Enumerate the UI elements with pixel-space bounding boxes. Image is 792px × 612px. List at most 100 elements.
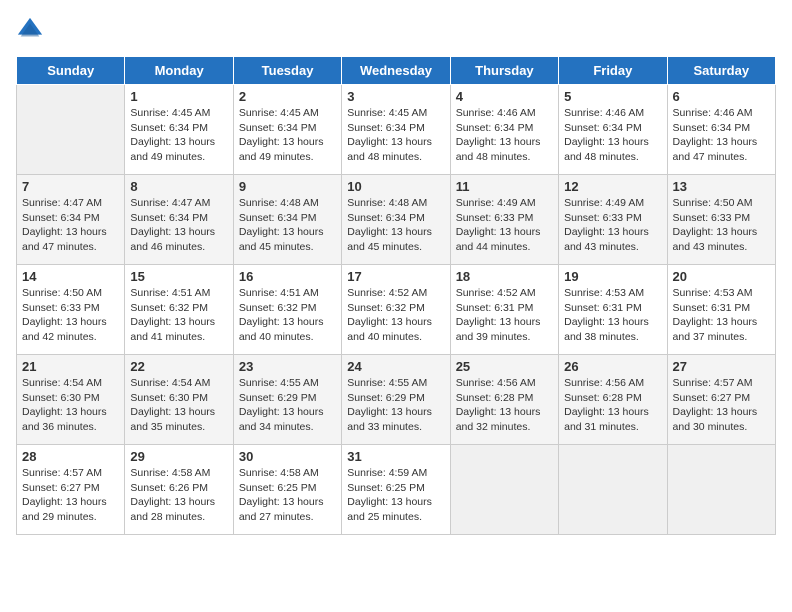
- day-number: 7: [22, 179, 119, 194]
- day-number: 10: [347, 179, 444, 194]
- cell-content: Sunrise: 4:51 AM Sunset: 6:32 PM Dayligh…: [130, 286, 227, 345]
- day-header-tuesday: Tuesday: [233, 57, 341, 85]
- calendar-cell: 1Sunrise: 4:45 AM Sunset: 6:34 PM Daylig…: [125, 85, 233, 175]
- calendar-cell: 31Sunrise: 4:59 AM Sunset: 6:25 PM Dayli…: [342, 445, 450, 535]
- calendar-cell: 30Sunrise: 4:58 AM Sunset: 6:25 PM Dayli…: [233, 445, 341, 535]
- day-number: 2: [239, 89, 336, 104]
- day-number: 22: [130, 359, 227, 374]
- week-row-5: 28Sunrise: 4:57 AM Sunset: 6:27 PM Dayli…: [17, 445, 776, 535]
- cell-content: Sunrise: 4:58 AM Sunset: 6:25 PM Dayligh…: [239, 466, 336, 525]
- calendar-cell: 22 Sunrise: 4:54 AM Sunset: 6:30 PM Dayli…: [125, 355, 233, 445]
- calendar-cell: 8 Sunrise: 4:47 AM Sunset: 6:34 PM Daylig…: [125, 175, 233, 265]
- cell-content: Sunrise: 4:46 AM Sunset: 6:34 PM Dayligh…: [456, 106, 553, 165]
- cell-content: Sunrise: 4:46 AM Sunset: 6:34 PM Dayligh…: [564, 106, 661, 165]
- calendar-cell: 3Sunrise: 4:45 AM Sunset: 6:34 PM Daylig…: [342, 85, 450, 175]
- calendar-cell: 28Sunrise: 4:57 AM Sunset: 6:27 PM Dayli…: [17, 445, 125, 535]
- day-header-saturday: Saturday: [667, 57, 775, 85]
- day-number: 27: [673, 359, 770, 374]
- calendar-cell: 21Sunrise: 4:54 AM Sunset: 6:30 PM Dayli…: [17, 355, 125, 445]
- day-number: 28: [22, 449, 119, 464]
- day-number: 25: [456, 359, 553, 374]
- day-number: 9: [239, 179, 336, 194]
- day-number: 15: [130, 269, 227, 284]
- cell-content: Sunrise: 4:48 AM Sunset: 6:34 PM Dayligh…: [347, 196, 444, 255]
- day-number: 29: [130, 449, 227, 464]
- calendar-cell: 19 Sunrise: 4:53 AM Sunset: 6:31 PM Dayli…: [559, 265, 667, 355]
- cell-content: Sunrise: 4:58 AM Sunset: 6:26 PM Dayligh…: [130, 466, 227, 525]
- cell-content: Sunrise: 4:53 AM Sunset: 6:31 PM Dayligh…: [673, 286, 770, 345]
- cell-content: Sunrise: 4:47 AM Sunset: 6:34 PM Dayligh…: [22, 196, 119, 255]
- calendar-cell: 9 Sunrise: 4:48 AM Sunset: 6:34 PM Daylig…: [233, 175, 341, 265]
- week-row-3: 14 Sunrise: 4:50 AM Sunset: 6:33 PM Dayli…: [17, 265, 776, 355]
- day-number: 8: [130, 179, 227, 194]
- day-number: 20: [673, 269, 770, 284]
- calendar-cell: 23 Sunrise: 4:55 AM Sunset: 6:29 PM Dayli…: [233, 355, 341, 445]
- day-header-friday: Friday: [559, 57, 667, 85]
- day-number: 19: [564, 269, 661, 284]
- day-header-monday: Monday: [125, 57, 233, 85]
- day-number: 18: [456, 269, 553, 284]
- cell-content: Sunrise: 4:46 AM Sunset: 6:34 PM Dayligh…: [673, 106, 770, 165]
- calendar-cell: 27 Sunrise: 4:57 AM Sunset: 6:27 PM Dayli…: [667, 355, 775, 445]
- calendar-cell: 11Sunrise: 4:49 AM Sunset: 6:33 PM Dayli…: [450, 175, 558, 265]
- cell-content: Sunrise: 4:55 AM Sunset: 6:29 PM Dayligh…: [239, 376, 336, 435]
- cell-content: Sunrise: 4:51 AM Sunset: 6:32 PM Dayligh…: [239, 286, 336, 345]
- cell-content: Sunrise: 4:45 AM Sunset: 6:34 PM Dayligh…: [239, 106, 336, 165]
- calendar-cell: 16 Sunrise: 4:51 AM Sunset: 6:32 PM Dayli…: [233, 265, 341, 355]
- header: [16, 16, 776, 44]
- header-row: SundayMondayTuesdayWednesdayThursdayFrid…: [17, 57, 776, 85]
- week-row-1: 1 Sunrise: 4:45 AM Sunset: 6:34 PM Daylig…: [17, 85, 776, 175]
- day-number: 1: [130, 89, 227, 104]
- cell-content: Sunrise: 4:52 AM Sunset: 6:31 PM Dayligh…: [456, 286, 553, 345]
- cell-content: Sunrise: 4:49 AM Sunset: 6:33 PM Dayligh…: [564, 196, 661, 255]
- day-number: 16: [239, 269, 336, 284]
- cell-content: Sunrise: 4:50 AM Sunset: 6:33 PM Dayligh…: [22, 286, 119, 345]
- day-number: 11: [456, 179, 553, 194]
- calendar-cell: 17 Sunrise: 4:52 AM Sunset: 6:32 PM Dayli…: [342, 265, 450, 355]
- calendar-cell: [17, 85, 125, 175]
- cell-content: Sunrise: 4:53 AM Sunset: 6:31 PM Dayligh…: [564, 286, 661, 345]
- cell-content: Sunrise: 4:50 AM Sunset: 6:33 PM Dayligh…: [673, 196, 770, 255]
- day-header-thursday: Thursday: [450, 57, 558, 85]
- day-number: 24: [347, 359, 444, 374]
- logo-icon: [16, 16, 44, 44]
- day-number: 4: [456, 89, 553, 104]
- logo: [16, 16, 48, 44]
- cell-content: Sunrise: 4:52 AM Sunset: 6:32 PM Dayligh…: [347, 286, 444, 345]
- day-number: 3: [347, 89, 444, 104]
- calendar-cell: 13 Sunrise: 4:50 AM Sunset: 6:33 PM Dayli…: [667, 175, 775, 265]
- calendar-cell: [559, 445, 667, 535]
- cell-content: Sunrise: 4:47 AM Sunset: 6:34 PM Dayligh…: [130, 196, 227, 255]
- cell-content: Sunrise: 4:57 AM Sunset: 6:27 PM Dayligh…: [673, 376, 770, 435]
- calendar-cell: 5 Sunrise: 4:46 AM Sunset: 6:34 PM Daylig…: [559, 85, 667, 175]
- day-number: 17: [347, 269, 444, 284]
- day-number: 13: [673, 179, 770, 194]
- cell-content: Sunrise: 4:54 AM Sunset: 6:30 PM Dayligh…: [130, 376, 227, 435]
- calendar-table: SundayMondayTuesdayWednesdayThursdayFrid…: [16, 56, 776, 535]
- day-number: 23: [239, 359, 336, 374]
- week-row-4: 21Sunrise: 4:54 AM Sunset: 6:30 PM Dayli…: [17, 355, 776, 445]
- cell-content: Sunrise: 4:56 AM Sunset: 6:28 PM Dayligh…: [456, 376, 553, 435]
- day-number: 31: [347, 449, 444, 464]
- calendar-cell: 4 Sunrise: 4:46 AM Sunset: 6:34 PM Daylig…: [450, 85, 558, 175]
- week-row-2: 7 Sunrise: 4:47 AM Sunset: 6:34 PM Daylig…: [17, 175, 776, 265]
- calendar-cell: 14 Sunrise: 4:50 AM Sunset: 6:33 PM Dayli…: [17, 265, 125, 355]
- cell-content: Sunrise: 4:48 AM Sunset: 6:34 PM Dayligh…: [239, 196, 336, 255]
- calendar-cell: 18 Sunrise: 4:52 AM Sunset: 6:31 PM Dayli…: [450, 265, 558, 355]
- cell-content: Sunrise: 4:54 AM Sunset: 6:30 PM Dayligh…: [22, 376, 119, 435]
- day-number: 12: [564, 179, 661, 194]
- day-number: 14: [22, 269, 119, 284]
- calendar-cell: [450, 445, 558, 535]
- calendar-cell: [667, 445, 775, 535]
- calendar-cell: 7 Sunrise: 4:47 AM Sunset: 6:34 PM Daylig…: [17, 175, 125, 265]
- calendar-cell: 10 Sunrise: 4:48 AM Sunset: 6:34 PM Dayli…: [342, 175, 450, 265]
- calendar-cell: 15 Sunrise: 4:51 AM Sunset: 6:32 PM Dayli…: [125, 265, 233, 355]
- calendar-cell: 26Sunrise: 4:56 AM Sunset: 6:28 PM Dayli…: [559, 355, 667, 445]
- calendar-cell: 24Sunrise: 4:55 AM Sunset: 6:29 PM Dayli…: [342, 355, 450, 445]
- day-number: 6: [673, 89, 770, 104]
- calendar-cell: 29 Sunrise: 4:58 AM Sunset: 6:26 PM Dayli…: [125, 445, 233, 535]
- day-number: 26: [564, 359, 661, 374]
- day-number: 5: [564, 89, 661, 104]
- calendar-cell: 25 Sunrise: 4:56 AM Sunset: 6:28 PM Dayli…: [450, 355, 558, 445]
- day-header-sunday: Sunday: [17, 57, 125, 85]
